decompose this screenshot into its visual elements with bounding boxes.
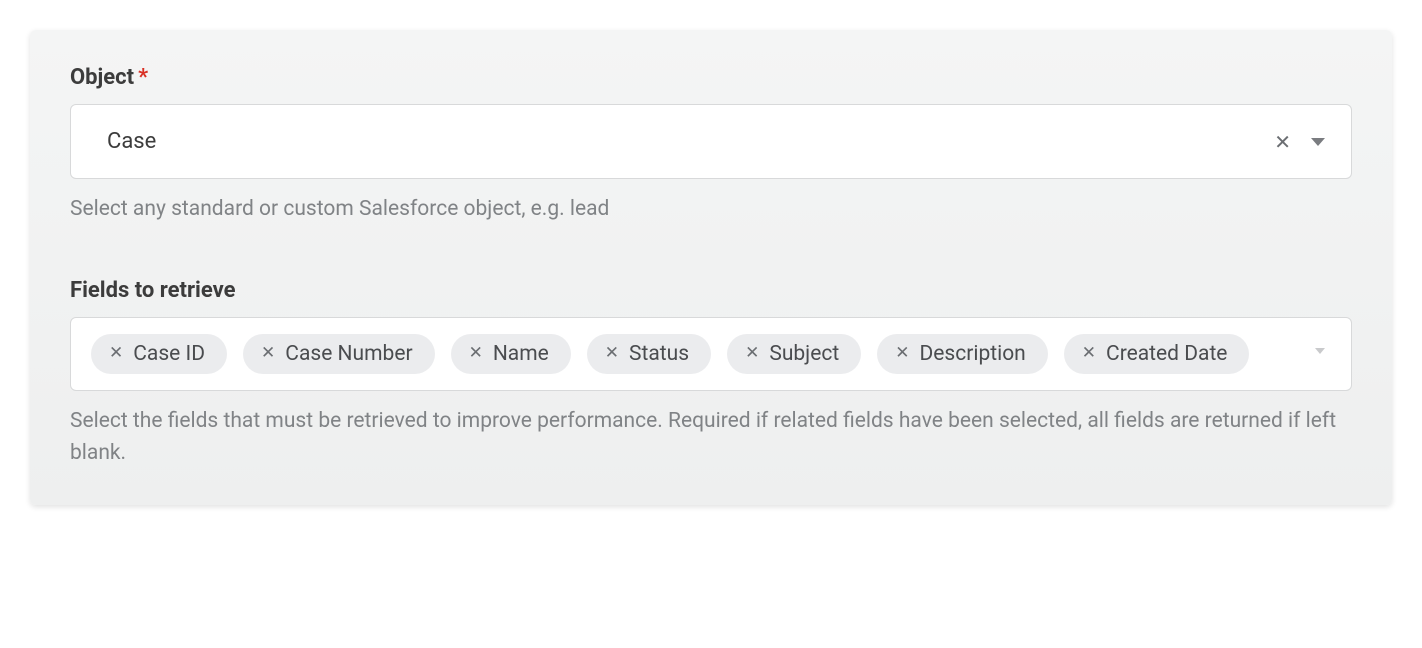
chip-label: Description — [919, 342, 1025, 366]
chip-case-id[interactable]: ✕ Case ID — [91, 334, 227, 374]
chip-name[interactable]: ✕ Name — [451, 334, 571, 374]
chevron-down-icon[interactable] — [1315, 348, 1325, 354]
fields-label: Fields to retrieve — [70, 278, 1352, 303]
close-icon[interactable]: ✕ — [109, 345, 123, 362]
close-icon[interactable]: ✕ — [1082, 345, 1096, 362]
fields-field-group: Fields to retrieve ✕ Case ID ✕ Case Numb… — [70, 278, 1352, 470]
object-select[interactable]: Case ✕ — [70, 104, 1352, 179]
chip-case-number[interactable]: ✕ Case Number — [243, 334, 435, 374]
close-icon[interactable]: ✕ — [745, 345, 759, 362]
object-label-text: Object — [70, 65, 134, 90]
chip-label: Case Number — [285, 342, 412, 366]
chip-description[interactable]: ✕ Description — [877, 334, 1048, 374]
chip-status[interactable]: ✕ Status — [587, 334, 711, 374]
clear-icon[interactable]: ✕ — [1274, 132, 1291, 152]
object-label: Object* — [70, 65, 1352, 90]
chip-created-date[interactable]: ✕ Created Date — [1064, 334, 1250, 374]
chip-label: Created Date — [1106, 342, 1227, 366]
chip-container: ✕ Case ID ✕ Case Number ✕ Name ✕ Status … — [91, 334, 1303, 374]
object-select-controls: ✕ — [1274, 132, 1325, 152]
fields-help-text: Select the fields that must be retrieved… — [70, 405, 1352, 470]
object-select-value: Case — [107, 129, 156, 154]
form-panel: Object* Case ✕ Select any standard or cu… — [30, 30, 1392, 505]
close-icon[interactable]: ✕ — [895, 345, 909, 362]
close-icon[interactable]: ✕ — [261, 345, 275, 362]
fields-multiselect[interactable]: ✕ Case ID ✕ Case Number ✕ Name ✕ Status … — [70, 317, 1352, 391]
chip-subject[interactable]: ✕ Subject — [727, 334, 861, 374]
chip-label: Case ID — [133, 342, 205, 366]
fields-caret-column — [1303, 334, 1331, 354]
chip-label: Subject — [769, 342, 839, 366]
object-field-group: Object* Case ✕ Select any standard or cu… — [70, 65, 1352, 226]
required-indicator: * — [138, 65, 148, 90]
object-help-text: Select any standard or custom Salesforce… — [70, 193, 1352, 226]
close-icon[interactable]: ✕ — [605, 345, 619, 362]
close-icon[interactable]: ✕ — [469, 345, 483, 362]
chevron-down-icon[interactable] — [1311, 138, 1325, 146]
chip-label: Status — [629, 342, 689, 366]
chip-label: Name — [493, 342, 549, 366]
